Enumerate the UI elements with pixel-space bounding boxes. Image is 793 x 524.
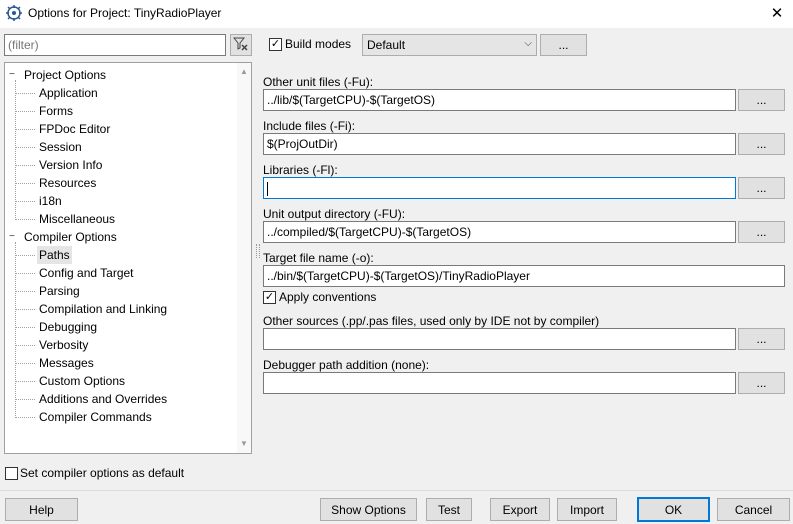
build-modes-checkbox[interactable]: ✓ (269, 38, 282, 51)
tree-group-item[interactable]: Compiler Options (24, 228, 117, 246)
build-mode-value: Default (367, 38, 406, 52)
tree-connector (15, 242, 16, 418)
unit-output-browse-button[interactable]: ... (738, 221, 785, 243)
tree-item[interactable]: FPDoc Editor (39, 120, 110, 138)
clear-filter-button[interactable] (230, 34, 252, 56)
tree-group-item[interactable]: Project Options (24, 66, 106, 84)
tree-item[interactable]: Resources (39, 174, 96, 192)
other-units-field[interactable]: ../lib/$(TargetCPU)-$(TargetOS) (263, 89, 736, 111)
tree-item[interactable]: Compiler Commands (39, 408, 152, 426)
collapse-toggle-icon[interactable]: − (9, 232, 18, 242)
unit-output-label: Unit output directory (-FU): (263, 207, 406, 221)
ok-button[interactable]: OK (637, 497, 710, 522)
scroll-up-icon[interactable]: ▲ (237, 65, 251, 79)
tree-item[interactable]: Debugging (39, 318, 97, 336)
tree-connector (15, 363, 35, 364)
tree-connector (15, 129, 35, 130)
scroll-down-icon[interactable]: ▼ (237, 437, 251, 451)
tree-item[interactable]: Custom Options (39, 372, 125, 390)
collapse-toggle-icon[interactable]: − (9, 70, 18, 80)
tree-connector (15, 165, 35, 166)
tree-item[interactable]: Session (39, 138, 82, 156)
build-modes-edit-button[interactable]: ... (540, 34, 587, 56)
tree-connector (15, 417, 35, 418)
apply-conventions-label: Apply conventions (279, 290, 377, 304)
target-file-field[interactable]: ../bin/$(TargetCPU)-$(TargetOS)/TinyRadi… (263, 265, 785, 287)
tree-item[interactable]: Version Info (39, 156, 102, 174)
other-sources-browse-button[interactable]: ... (738, 328, 785, 350)
tree-connector (15, 381, 35, 382)
build-modes-label: Build modes (285, 37, 352, 51)
window-title: Options for Project: TinyRadioPlayer (28, 6, 222, 20)
tree-connector (15, 147, 35, 148)
show-options-button[interactable]: Show Options (320, 498, 417, 521)
include-files-field[interactable]: $(ProjOutDir) (263, 133, 736, 155)
tree-connector (15, 80, 16, 220)
tree-connector (15, 291, 35, 292)
set-default-checkbox[interactable] (5, 467, 18, 480)
tree-item[interactable]: Miscellaneous (39, 210, 115, 228)
cancel-button[interactable]: Cancel (717, 498, 790, 521)
title-bar: Options for Project: TinyRadioPlayer ✕ (0, 0, 793, 28)
set-default-label: Set compiler options as default (20, 466, 185, 480)
tree-item[interactable]: Messages (39, 354, 94, 372)
tree-item[interactable]: Compilation and Linking (39, 300, 167, 318)
tree-connector (15, 327, 35, 328)
tree-scrollbar[interactable]: ▲ ▼ (237, 63, 251, 453)
tree-connector (15, 183, 35, 184)
include-files-label: Include files (-Fi): (263, 119, 356, 133)
tree-connector (15, 201, 35, 202)
include-files-browse-button[interactable]: ... (738, 133, 785, 155)
tree-connector (15, 93, 35, 94)
tree-item[interactable]: Parsing (39, 282, 80, 300)
tree-connector (15, 345, 35, 346)
other-units-browse-button[interactable]: ... (738, 89, 785, 111)
build-mode-select[interactable]: Default ⌵ (362, 34, 537, 56)
other-units-label: Other unit files (-Fu): (263, 75, 374, 89)
libraries-field[interactable] (263, 177, 736, 199)
close-icon[interactable]: ✕ (761, 0, 793, 26)
tree-item[interactable]: Config and Target (39, 264, 134, 282)
button-panel-divider (0, 490, 793, 491)
help-button[interactable]: Help (5, 498, 78, 521)
splitter-handle[interactable] (256, 244, 260, 258)
tree-connector (15, 309, 35, 310)
debugger-path-label: Debugger path addition (none): (263, 358, 430, 372)
checkmark-icon: ✓ (264, 291, 275, 303)
text-caret (267, 181, 268, 196)
filter-input[interactable] (4, 34, 226, 56)
tree-connector (15, 399, 35, 400)
tree-item[interactable]: Forms (39, 102, 73, 120)
libraries-label: Libraries (-Fl): (263, 163, 338, 177)
tree-connector (15, 273, 35, 274)
tree-item[interactable]: Verbosity (39, 336, 88, 354)
export-button[interactable]: Export (490, 498, 550, 521)
tree-item[interactable]: Paths (37, 246, 72, 264)
chevron-down-icon: ⌵ (524, 38, 532, 49)
other-sources-label: Other sources (.pp/.pas files, used only… (263, 314, 600, 328)
unit-output-field[interactable]: ../compiled/$(TargetCPU)-$(TargetOS) (263, 221, 736, 243)
target-file-label: Target file name (-o): (263, 251, 374, 265)
lazarus-app-icon (6, 5, 22, 21)
other-sources-field[interactable] (263, 328, 736, 350)
tree-item[interactable]: Application (39, 84, 98, 102)
tree-item[interactable]: i18n (39, 192, 62, 210)
tree-connector (15, 219, 35, 220)
tree-item[interactable]: Additions and Overrides (39, 390, 167, 408)
tree-connector (15, 111, 35, 112)
tree-connector (15, 255, 35, 256)
debugger-path-browse-button[interactable]: ... (738, 372, 785, 394)
apply-conventions-checkbox[interactable]: ✓ (263, 291, 276, 304)
import-button[interactable]: Import (557, 498, 617, 521)
libraries-browse-button[interactable]: ... (738, 177, 785, 199)
checkmark-icon: ✓ (270, 38, 281, 50)
test-button[interactable]: Test (426, 498, 472, 521)
clear-filter-icon (232, 36, 249, 55)
options-tree[interactable]: − Project Options Application Forms FPDoc Ed… (4, 62, 252, 454)
debugger-path-field[interactable] (263, 372, 736, 394)
